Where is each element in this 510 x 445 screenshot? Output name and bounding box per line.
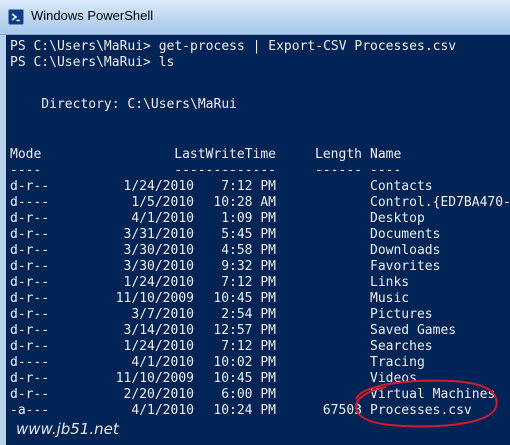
entry-date: 1/24/2010 [123,179,194,194]
entry-time: 7:12 PM [221,179,276,194]
powershell-window: Windows PowerShell PS C:\Users\MaRui> ge… [0,0,510,445]
entry-time: 7:12 PM [221,339,276,354]
entry-name: Downloads [370,243,441,258]
entry-name: Control.{ED7BA470-8E54-465E-825C-9971204… [370,195,510,210]
entry-mode: d-r-- [10,307,50,322]
console-output[interactable]: PS C:\Users\MaRui> get-process | Export-… [6,35,510,445]
underline-lastwritetime: ------------- [174,163,276,178]
entry-date: 4/1/2010 [131,403,194,418]
entry-date: 4/1/2010 [131,355,194,370]
entry-date: 1/5/2010 [131,195,194,210]
column-header-mode: Mode [10,147,42,162]
entry-mode: d-r-- [10,211,50,226]
entry-name: Pictures [370,307,433,322]
entry-name: Saved Games [370,323,457,338]
entry-time: 1:09 PM [221,211,276,226]
entry-date: 3/30/2010 [123,259,194,274]
entry-name: Links [370,275,410,290]
entry-date: 4/1/2010 [131,211,194,226]
entry-date: 11/10/2009 [115,291,194,306]
entry-mode: d-r-- [10,371,50,386]
column-header-lastwritetime: LastWriteTime [174,147,276,162]
entry-date: 1/24/2010 [123,275,194,290]
entry-time: 4:58 PM [221,243,276,258]
entry-name: Processes.csv [370,403,472,418]
entry-time: 10:28 AM [213,195,276,210]
entry-time: 2:54 PM [221,307,276,322]
entry-time: 5:45 PM [221,227,276,242]
column-header-length: Length [315,147,362,162]
entry-date: 3/7/2010 [131,307,194,322]
command-line: PS C:\Users\MaRui> ls [10,55,175,70]
entry-date: 1/24/2010 [123,339,194,354]
entry-name: Videos [370,371,417,386]
powershell-icon [8,9,24,25]
command-line: PS C:\Users\MaRui> get-process | Export-… [10,39,457,54]
underline-name: ---- [370,163,402,178]
entry-name: Virtual Machines [370,387,496,402]
entry-name: Music [370,291,410,306]
entry-name: Desktop [370,211,425,226]
underline-mode: ---- [10,163,42,178]
underline-length: ------ [315,163,362,178]
entry-time: 10:02 PM [213,355,276,370]
entry-name: Favorites [370,259,441,274]
entry-time: 12:57 PM [213,323,276,338]
entry-date: 11/10/2009 [115,371,194,386]
entry-name: Contacts [370,179,433,194]
entry-mode: d-r-- [10,323,50,338]
entry-time: 7:12 PM [221,275,276,290]
entry-time: 10:45 PM [213,291,276,306]
column-header-name: Name [370,147,402,162]
entry-mode: d-r-- [10,387,50,402]
entry-name: Documents [370,227,441,242]
entry-length: 67503 [322,403,362,418]
entry-mode: d-r-- [10,275,50,290]
entry-mode: d---- [10,195,50,210]
entry-mode: d-r-- [10,339,50,354]
title-bar[interactable]: Windows PowerShell [0,0,510,35]
entry-time: 10:45 PM [213,371,276,386]
entry-mode: -a--- [10,403,50,418]
watermark: www.jb51.net [16,420,119,438]
entry-name: Tracing [370,355,425,370]
directory-line: Directory: C:\Users\MaRui [10,97,237,112]
entry-mode: d-r-- [10,259,50,274]
entry-mode: d-r-- [10,243,50,258]
table-underline-row: ---- ------------- ------ ---- [10,163,401,179]
table-header-row: Mode LastWriteTime Length Name [10,147,401,163]
window-title: Windows PowerShell [31,8,154,23]
entry-mode: d---- [10,355,50,370]
entry-date: 3/30/2010 [123,243,194,258]
entry-date: 3/14/2010 [123,323,194,338]
entry-mode: d-r-- [10,291,50,306]
entry-date: 2/20/2010 [123,387,194,402]
entry-time: 9:32 PM [221,259,276,274]
entry-mode: d-r-- [10,227,50,242]
entry-time: 10:24 PM [213,403,276,418]
entry-mode: d-r-- [10,179,50,194]
entry-time: 6:00 PM [221,387,276,402]
entry-name: Searches [370,339,433,354]
entry-date: 3/31/2010 [123,227,194,242]
